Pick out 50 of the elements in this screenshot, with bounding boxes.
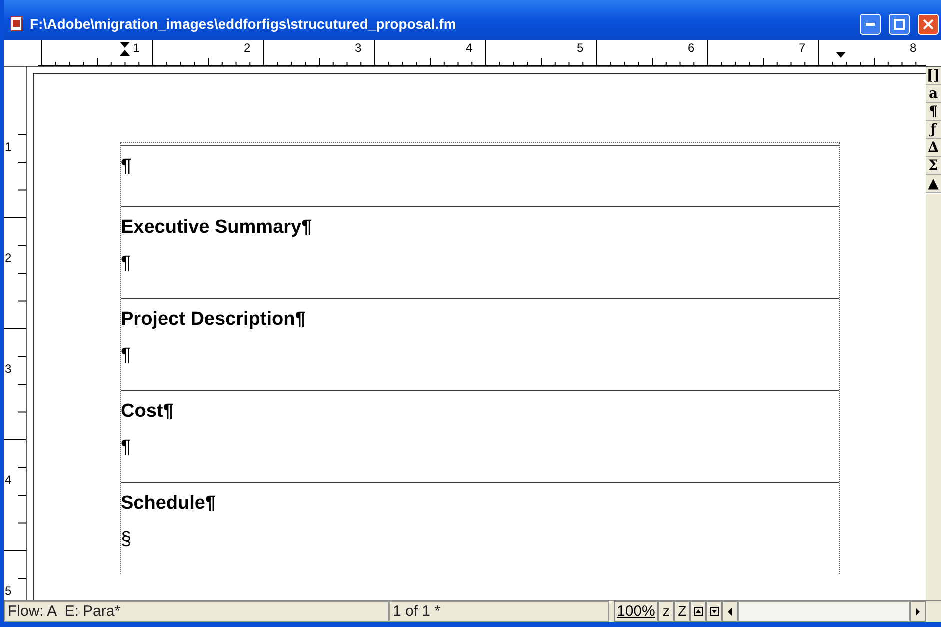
ruler-number: 6 [688,42,695,54]
ruler-number: 3 [5,363,12,375]
ruler-number: 2 [5,252,12,264]
maximize-button[interactable] [889,14,910,34]
previous-page-button[interactable] [690,601,706,622]
toolbar-button[interactable]: ¶ [926,103,941,121]
ruler-number: 7 [799,42,806,54]
ruler-number: 2 [244,42,251,54]
section-heading: Executive Summary¶ [121,217,312,239]
maximize-icon [894,18,905,30]
section-heading: Project Description¶ [121,309,306,331]
window-title: F:\Adobe\migration_images\eddforfigs\strucutured_proposal.fm [30,16,458,32]
indent-marker-icon [120,42,130,56]
paragraph-mark: § [121,529,132,551]
ruler-number: 5 [5,585,12,597]
minimize-button[interactable] [860,14,881,34]
scroll-right-button[interactable] [910,601,926,622]
paragraph-mark: ¶ [121,156,132,178]
zoom-out-button[interactable]: z [658,601,674,622]
zoom-in-button[interactable]: Z [674,601,690,622]
close-icon [923,18,934,30]
right-arrow-icon [915,608,921,616]
next-page-button[interactable] [706,601,722,622]
section-heading: Cost¶ [121,401,174,423]
minimize-icon [866,22,875,26]
ruler-number: 1 [5,141,12,153]
ruler-number: 4 [466,42,473,54]
toolbar-button[interactable]: [] [926,67,941,85]
left-arrow-icon [727,608,734,616]
toolbar-button[interactable]: Σ [926,157,941,175]
scroll-left-button[interactable] [722,601,738,622]
ruler-number: 8 [910,42,917,54]
section-heading: Schedule¶ [121,493,216,515]
toolbar-button[interactable]: ∆ [926,139,941,157]
flow-status: Flow: A E: Para* [4,601,389,622]
document-icon [10,16,24,32]
down-arrow-icon [710,607,719,616]
paragraph-mark: ¶ [121,253,132,275]
up-arrow-icon [694,607,703,616]
toolbar-button[interactable]: ƒ [926,121,941,139]
close-button[interactable] [918,14,939,34]
zoom-button[interactable]: 100% [614,601,658,622]
ruler-number: 4 [5,474,12,486]
ruler-number: 1 [133,42,140,54]
page-status: 1 of 1 * [389,601,609,622]
paragraph-mark: ¶ [121,437,132,459]
tab-marker-icon [836,52,846,59]
ruler-number: 3 [355,42,362,54]
paragraph-mark: ¶ [121,345,132,367]
ruler-number: 5 [577,42,584,54]
